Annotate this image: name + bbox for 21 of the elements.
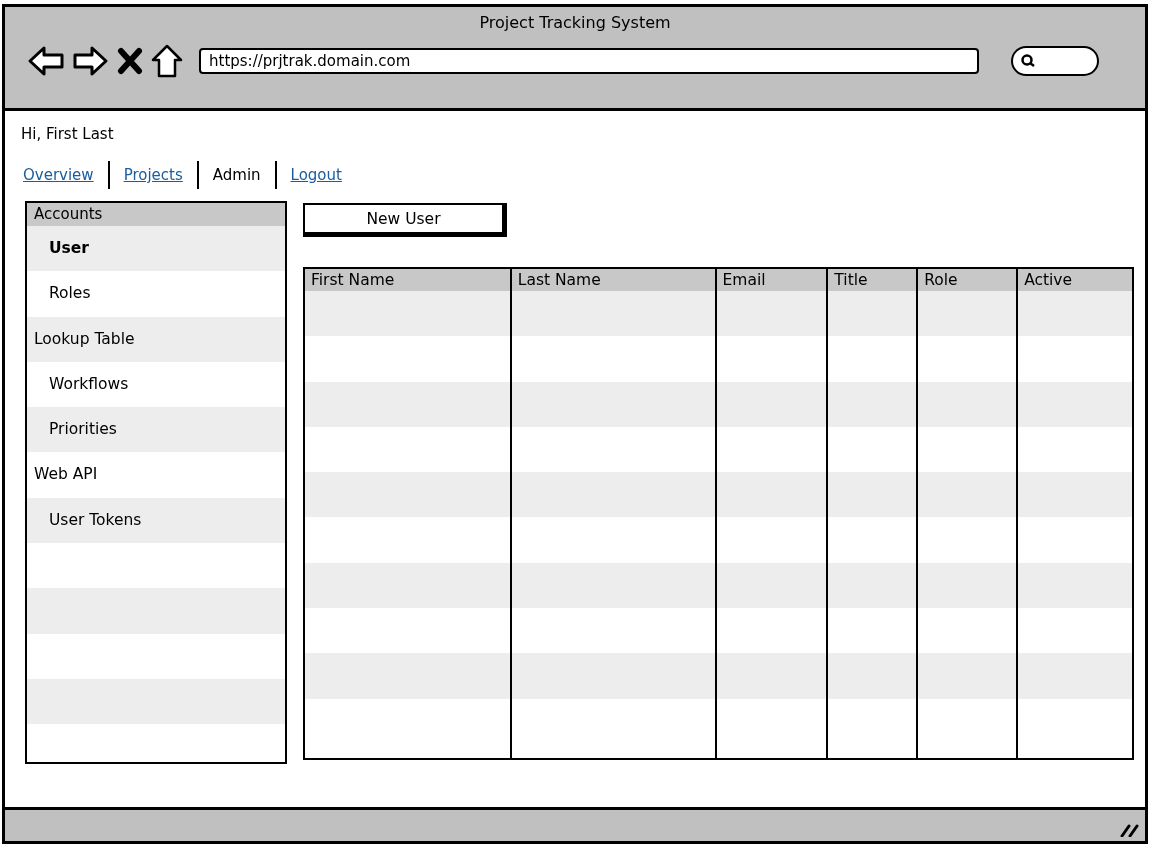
current-nav-item[interactable]: Admin [210,166,263,184]
column-header[interactable]: First Name [305,269,510,291]
resize-grip-icon[interactable] [1119,823,1139,837]
nav-link[interactable]: Overview [21,166,96,184]
sidebar-item[interactable]: Priorities [27,407,285,453]
search-field[interactable] [1011,46,1099,76]
new-user-button[interactable]: New User [303,203,507,237]
home-icon[interactable] [151,43,183,79]
window-title: Project Tracking System [478,12,672,34]
sidebar-item[interactable]: User Tokens [27,497,285,544]
forward-arrow-icon[interactable] [73,44,109,78]
greeting-text: Hi, First Last [21,125,115,143]
nav-link[interactable]: Logout [288,166,344,184]
close-icon[interactable] [117,47,143,75]
address-bar[interactable]: https://prjtrak.domain.com [199,48,979,74]
nav-link[interactable]: Projects [121,166,185,184]
sidebar-item[interactable]: User [27,226,285,272]
search-icon [1020,53,1036,69]
sidebar-group[interactable]: Lookup Table [27,316,285,362]
sidebar-header: Accounts [27,203,285,226]
back-arrow-icon[interactable] [27,44,65,78]
